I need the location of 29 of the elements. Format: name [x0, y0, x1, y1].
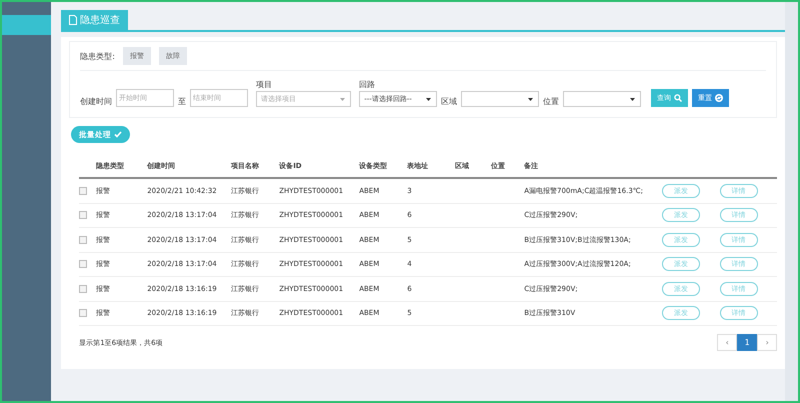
dropdown-icon	[426, 98, 432, 101]
area-select[interactable]	[461, 91, 540, 107]
document-icon	[69, 15, 78, 25]
check-icon	[114, 131, 122, 138]
created-time-label: 创建时间	[80, 96, 112, 107]
row-checkbox[interactable]	[79, 284, 88, 293]
next-page-button[interactable]: ›	[757, 334, 778, 351]
dropdown-icon	[630, 98, 636, 101]
row-checkbox[interactable]	[79, 236, 88, 244]
position-select[interactable]	[563, 91, 642, 107]
refresh-icon	[715, 94, 724, 102]
page-button[interactable]: 1	[737, 334, 758, 351]
search-icon	[674, 94, 682, 102]
tab[interactable]: 隐患巡查	[61, 10, 128, 30]
to-label: 至	[178, 96, 186, 107]
scrollbar[interactable]	[785, 2, 798, 401]
dropdown-icon	[528, 98, 534, 101]
sidebar-item[interactable]	[2, 15, 52, 35]
previous-page-button[interactable]: ‹	[717, 334, 738, 351]
row-checkbox[interactable]	[79, 309, 88, 318]
row-checkbox[interactable]	[79, 260, 88, 268]
row-checkbox[interactable]	[79, 211, 88, 220]
area-label: 区域	[441, 96, 458, 107]
dropdown-icon	[340, 98, 346, 101]
circuit-label: 回路	[359, 79, 376, 90]
hazard-type-label: 隐患类型:	[80, 50, 115, 62]
project-label: 项目	[256, 79, 274, 90]
row-checkbox[interactable]	[79, 186, 88, 195]
position-label: 位置	[543, 96, 560, 107]
